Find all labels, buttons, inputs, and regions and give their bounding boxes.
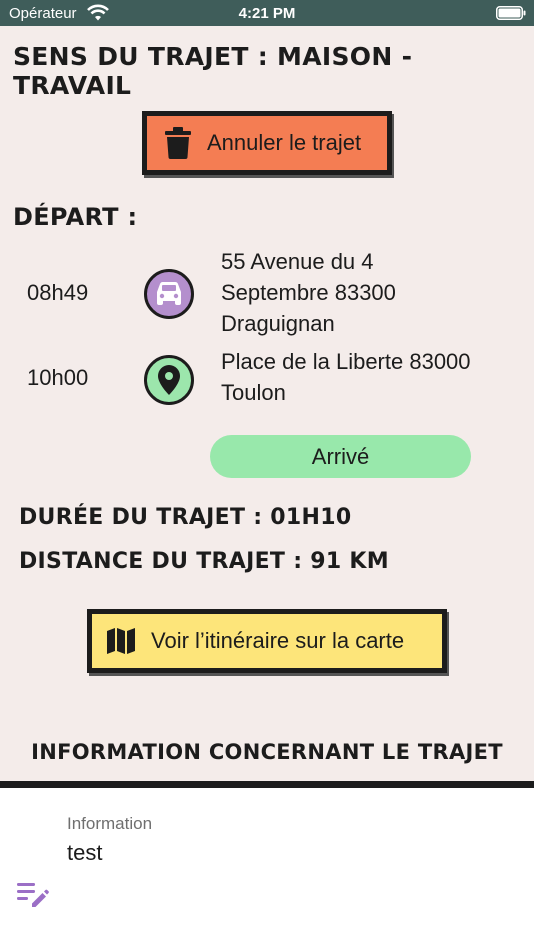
departure-address-line: 55 Avenue du 4: [221, 249, 374, 274]
departure-heading: Départ :: [13, 203, 138, 231]
information-field-label: Information: [67, 814, 153, 833]
arrival-address-line: Place de la Liberte 83000: [221, 349, 471, 374]
trash-icon: [165, 127, 191, 159]
car-icon: [157, 281, 181, 305]
information-field-value[interactable]: test: [67, 840, 102, 866]
location-pin-icon: [158, 365, 180, 395]
departure-address: 55 Avenue du 4 Septembre 83300 Draguigna…: [221, 246, 521, 339]
cancel-trip-button[interactable]: Annuler le trajet: [142, 111, 392, 175]
departure-address-line: Septembre 83300: [221, 280, 396, 305]
trip-distance: Distance du trajet : 91 km: [19, 549, 389, 574]
map-icon: [107, 628, 135, 654]
view-route-map-button[interactable]: Voir l’itinéraire sur la carte: [87, 609, 447, 673]
arrived-label: Arrivé: [311, 443, 370, 469]
arrived-button[interactable]: Arrivé: [210, 435, 471, 478]
trip-direction-title: Sens du trajet : Maison - Travail: [13, 42, 413, 100]
trip-duration: Durée du trajet : 01h10: [19, 505, 352, 530]
arrival-address: Place de la Liberte 83000 Toulon: [221, 346, 521, 408]
view-route-map-label: Voir l’itinéraire sur la carte: [151, 628, 405, 653]
departure-stop-marker: [144, 269, 194, 319]
cancel-trip-label: Annuler le trajet: [207, 130, 362, 155]
battery-icon: [496, 6, 526, 20]
arrival-time: 10h00: [27, 365, 89, 390]
status-time: 4:21 PM: [238, 5, 296, 22]
arrival-stop-marker: [144, 355, 194, 405]
departure-address-line: Draguignan: [221, 311, 335, 336]
information-panel: Information test: [0, 788, 534, 950]
edit-notes-icon[interactable]: [17, 881, 49, 909]
departure-time: 08h49: [27, 280, 89, 305]
trip-information-heading: Information concernant le trajet: [31, 740, 503, 764]
status-bar: Opérateur 4:21 PM: [0, 0, 534, 26]
arrival-address-line: Toulon: [221, 380, 286, 405]
section-divider: [0, 781, 534, 788]
